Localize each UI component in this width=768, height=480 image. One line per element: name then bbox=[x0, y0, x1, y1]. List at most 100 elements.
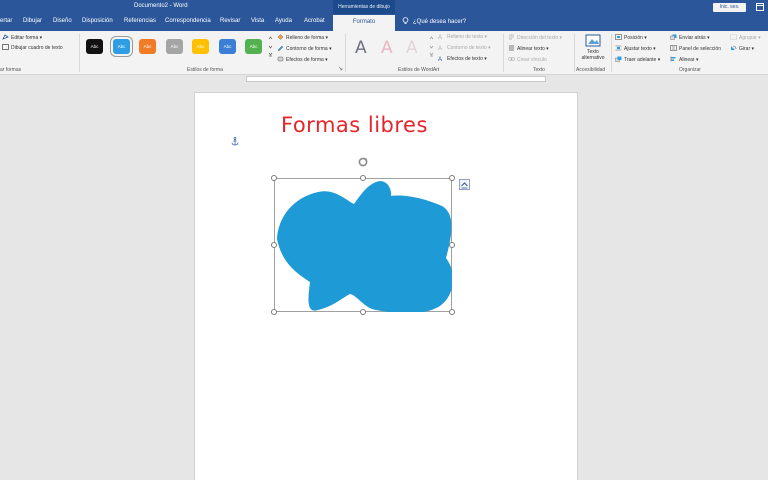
tab-ayuda[interactable]: Ayuda bbox=[275, 18, 292, 24]
text-fill-label: Relleno de texto bbox=[447, 34, 484, 40]
group-label: Agrupar bbox=[739, 35, 757, 41]
align-button[interactable]: Alinear ▾ bbox=[670, 56, 698, 63]
wordart-style-1[interactable]: A bbox=[355, 38, 367, 58]
shape-fill-label: Relleno de forma bbox=[286, 35, 325, 41]
shape-styles-scroll-icon[interactable] bbox=[268, 34, 273, 58]
resize-handle-top-right[interactable] bbox=[449, 175, 455, 181]
layout-options-button[interactable] bbox=[459, 179, 470, 190]
shape-style-blue[interactable]: Abc bbox=[110, 36, 133, 57]
rotate-handle-icon[interactable] bbox=[358, 157, 368, 167]
ribbon-display-options-icon[interactable] bbox=[755, 2, 765, 12]
freeform-shape-canvas bbox=[274, 178, 452, 312]
group-separator bbox=[503, 34, 504, 72]
horizontal-ruler[interactable] bbox=[0, 75, 768, 83]
effects-icon bbox=[277, 56, 284, 62]
tab-formato[interactable]: Formato bbox=[333, 15, 395, 31]
group-icon bbox=[730, 34, 737, 40]
sign-in-button[interactable]: Inic. ses. bbox=[713, 3, 746, 12]
tell-me-label: ¿Qué desea hacer? bbox=[413, 19, 467, 25]
align-text-label: Alinear texto bbox=[517, 46, 545, 52]
text-direction-icon bbox=[509, 34, 514, 40]
text-outline-button[interactable]: A Contorno de texto ▾ bbox=[438, 45, 491, 52]
text-fill-button[interactable]: A Relleno de texto ▾ bbox=[438, 34, 487, 41]
position-icon bbox=[615, 34, 622, 40]
ruler-track bbox=[246, 76, 546, 82]
drawing-tools-header: Herramientas de dibujo bbox=[333, 0, 395, 14]
document-heading[interactable]: Formas libres bbox=[281, 113, 428, 137]
bring-forward-icon bbox=[615, 56, 622, 62]
rotate-icon bbox=[731, 45, 737, 50]
position-button[interactable]: Posición ▾ bbox=[615, 34, 647, 41]
arrange-group-label: Organizar bbox=[679, 67, 701, 73]
alt-text-label-line2: alternativo bbox=[581, 55, 605, 61]
resize-handle-bottom-right[interactable] bbox=[449, 309, 455, 315]
layout-options-icon bbox=[461, 182, 468, 189]
resize-handle-top[interactable] bbox=[360, 175, 366, 181]
tab-dibujar[interactable]: Dibujar bbox=[23, 18, 42, 24]
wrap-text-label: Ajustar texto bbox=[624, 46, 652, 52]
tab-vista[interactable]: Vista bbox=[251, 18, 264, 24]
accessibility-group-label: Accesibilidad bbox=[576, 67, 606, 73]
shape-fill-button[interactable]: Relleno de forma ▾ bbox=[277, 34, 328, 41]
create-link-button[interactable]: Crear vínculo bbox=[508, 56, 547, 63]
lightbulb-icon bbox=[402, 17, 409, 24]
wordart-style-3[interactable]: A bbox=[406, 38, 418, 58]
text-direction-button[interactable]: Dirección del texto ▾ bbox=[508, 34, 562, 41]
text-outline-icon: A bbox=[438, 46, 443, 52]
tab-insertar[interactable]: ertar bbox=[0, 18, 12, 24]
wordart-scroll-icon[interactable] bbox=[429, 34, 434, 58]
shape-style-black[interactable]: Abc bbox=[86, 39, 103, 54]
text-effects-label: Efectos de texto bbox=[447, 56, 483, 62]
freeform-shape[interactable] bbox=[271, 175, 455, 315]
shape-style-dark-blue[interactable]: Abc bbox=[219, 39, 236, 54]
resize-handle-bottom[interactable] bbox=[360, 309, 366, 315]
wordart-group-label: Estilos de WordArt bbox=[398, 67, 440, 73]
wordart-style-2[interactable]: A bbox=[381, 38, 393, 58]
tab-referencias[interactable]: Referencias bbox=[124, 18, 156, 24]
selection-pane-button[interactable]: Panel de selección bbox=[670, 45, 721, 52]
rotate-label: Girar bbox=[739, 46, 751, 52]
document-page[interactable]: Formas libres bbox=[194, 92, 578, 480]
tell-me-search[interactable]: ¿Qué desea hacer? bbox=[402, 17, 466, 25]
tab-correspondencia[interactable]: Correspondencia bbox=[165, 18, 211, 24]
shape-style-gray[interactable]: Abc bbox=[166, 39, 183, 54]
tab-acrobat[interactable]: Acrobat bbox=[304, 18, 325, 24]
shape-style-orange[interactable]: Abc bbox=[139, 39, 156, 54]
send-backward-button[interactable]: Enviar atrás ▾ bbox=[670, 34, 710, 41]
freeform-blob bbox=[277, 181, 452, 312]
text-outline-label: Contorno de texto bbox=[447, 45, 487, 51]
tab-diseno[interactable]: Diseño bbox=[53, 18, 72, 24]
alt-text-button[interactable]: Texto alternativo bbox=[581, 49, 605, 61]
tab-revisar[interactable]: Revisar bbox=[220, 18, 240, 24]
resize-handle-top-left[interactable] bbox=[271, 175, 277, 181]
group-separator bbox=[79, 34, 80, 72]
dialog-launcher-icon[interactable] bbox=[338, 66, 343, 71]
bring-forward-label: Traer adelante bbox=[624, 57, 657, 63]
resize-handle-left[interactable] bbox=[271, 242, 277, 248]
group-button[interactable]: Agrupar ▾ bbox=[730, 34, 761, 41]
shape-style-gold[interactable]: Abc bbox=[192, 39, 209, 54]
align-text-button[interactable]: Alinear texto ▾ bbox=[508, 45, 549, 52]
edit-shape-icon bbox=[2, 34, 9, 40]
tab-disposicion[interactable]: Disposición bbox=[82, 18, 113, 24]
draw-textbox-button[interactable]: Dibujar cuadro de texto bbox=[2, 44, 63, 51]
paint-bucket-icon bbox=[277, 34, 284, 40]
pen-icon bbox=[277, 45, 284, 51]
shape-effects-button[interactable]: Efectos de forma ▾ bbox=[277, 56, 328, 63]
selection-pane-label: Panel de selección bbox=[679, 46, 721, 52]
text-group-label: Texto bbox=[533, 67, 545, 73]
insert-shapes-group-label: ar formas bbox=[0, 67, 22, 73]
shape-styles-group-label: Estilos de forma bbox=[187, 67, 223, 73]
shape-style-green[interactable]: Abc bbox=[245, 39, 262, 54]
resize-handle-bottom-left[interactable] bbox=[271, 309, 277, 315]
wrap-text-button[interactable]: Ajustar texto ▾ bbox=[615, 45, 656, 52]
edit-shape-button[interactable]: Editar forma ▾ bbox=[2, 34, 42, 41]
resize-handle-right[interactable] bbox=[449, 242, 455, 248]
shape-outline-button[interactable]: Contorno de forma ▾ bbox=[277, 45, 332, 52]
text-effects-button[interactable]: A Efectos de texto ▾ bbox=[438, 56, 487, 63]
draw-textbox-label: Dibujar cuadro de texto bbox=[11, 45, 63, 51]
ribbon-tabs: ertar Dibujar Diseño Disposición Referen… bbox=[0, 14, 768, 31]
rotate-button[interactable]: Girar ▾ bbox=[730, 45, 754, 52]
alt-text-icon[interactable] bbox=[585, 34, 601, 48]
bring-forward-button[interactable]: Traer adelante ▾ bbox=[615, 56, 660, 63]
